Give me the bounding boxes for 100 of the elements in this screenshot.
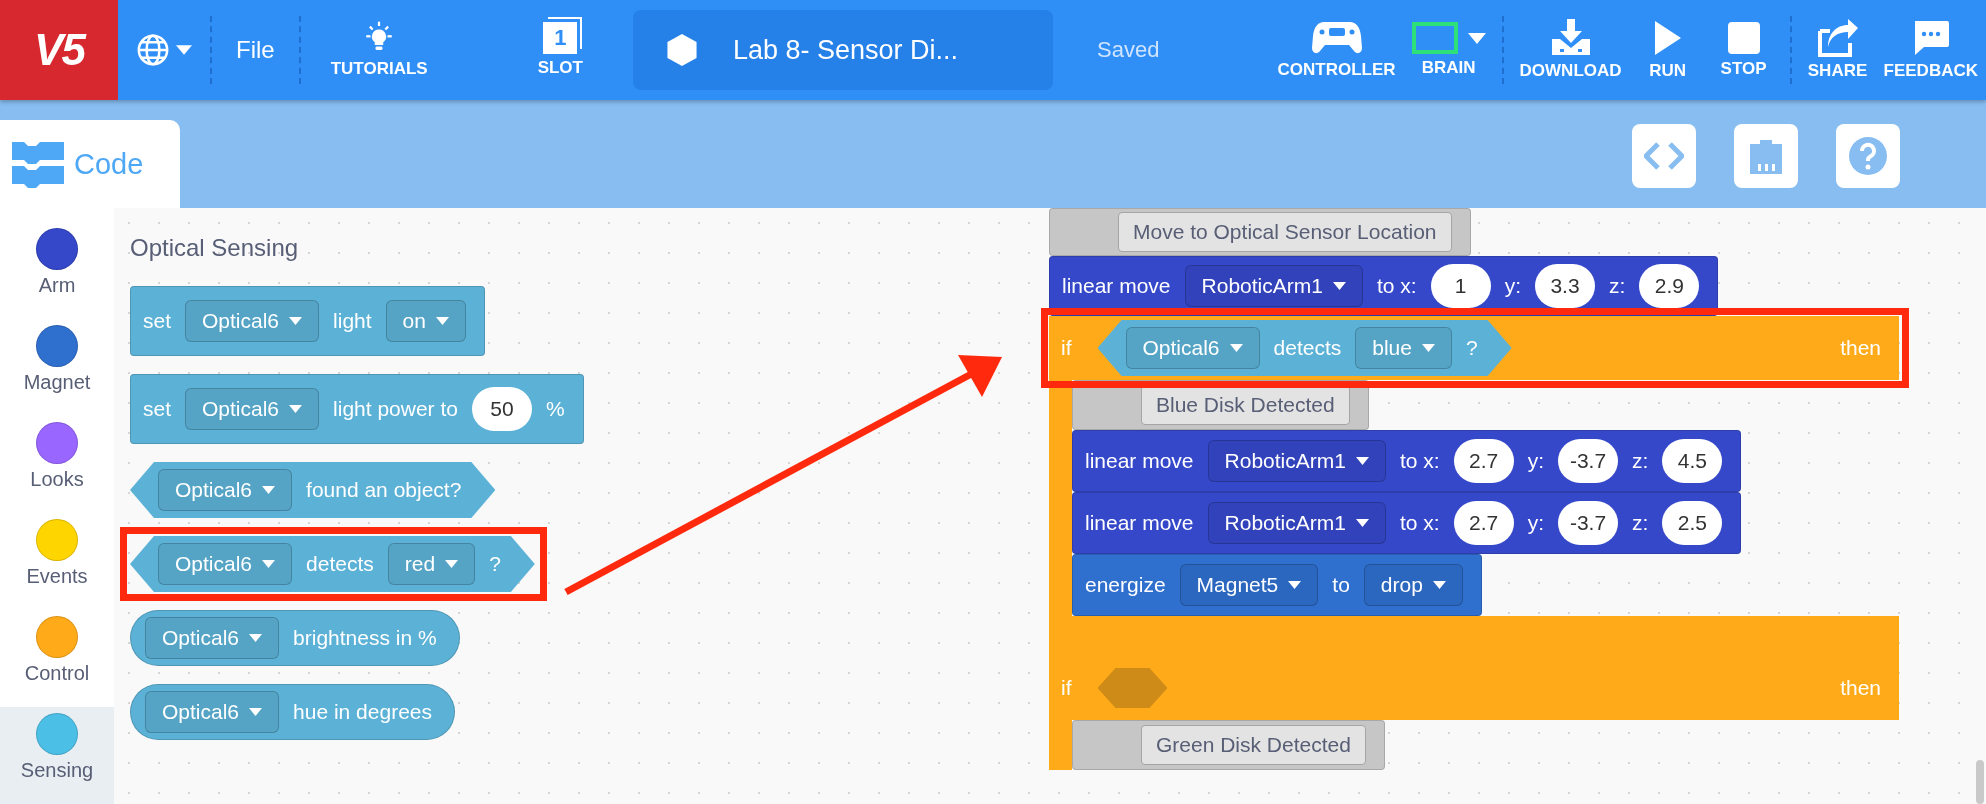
block-label: to xyxy=(1332,573,1350,597)
caret-icon xyxy=(289,317,303,325)
block-label: energize xyxy=(1085,573,1166,597)
caret-icon xyxy=(262,486,276,494)
comment-block[interactable]: Move to Optical Sensor Location xyxy=(1049,208,1471,256)
controller-button[interactable]: CONTROLLER xyxy=(1277,20,1396,80)
category-item[interactable]: Control xyxy=(0,610,114,707)
block-dropdown[interactable]: Optical6 xyxy=(1125,327,1260,369)
block-dropdown[interactable]: Optical6 xyxy=(145,691,280,733)
number-input[interactable]: 2.7 xyxy=(1453,439,1514,483)
caret-icon xyxy=(249,634,263,642)
caret-icon xyxy=(1432,581,1446,589)
caret-icon xyxy=(1355,519,1369,527)
block-label: y: xyxy=(1527,511,1544,535)
stop-button[interactable]: STOP xyxy=(1713,21,1774,79)
block-dropdown[interactable]: red xyxy=(387,543,476,585)
caret-icon xyxy=(445,560,459,568)
block-dropdown[interactable]: on xyxy=(385,300,466,342)
code-tab[interactable]: Code xyxy=(0,120,180,208)
category-item[interactable]: Sensing xyxy=(0,707,114,804)
brain-button[interactable]: BRAIN xyxy=(1411,22,1486,78)
hexagon-icon xyxy=(667,34,697,66)
number-input[interactable]: 1 xyxy=(1430,264,1491,308)
text-input[interactable]: Green Disk Detected xyxy=(1141,725,1366,765)
block-label: ? xyxy=(1465,336,1478,360)
block-label: to x: xyxy=(1399,449,1440,473)
block-dropdown[interactable]: Optical6 xyxy=(158,543,293,585)
number-input[interactable]: -3.7 xyxy=(1558,501,1618,545)
command-block[interactable]: set Optical6 light on xyxy=(130,286,485,356)
category-item[interactable]: Arm xyxy=(0,222,114,319)
block-label: set xyxy=(143,309,171,333)
block-dropdown[interactable]: Magnet5 xyxy=(1179,564,1319,606)
block-label: if xyxy=(1061,336,1072,360)
block-label: detects xyxy=(306,552,374,576)
boolean-block[interactable]: Optical6 found an object? xyxy=(130,462,496,518)
block-label: if xyxy=(1061,676,1072,700)
caret-icon xyxy=(1288,581,1302,589)
feedback-button[interactable]: FEEDBACK xyxy=(1883,19,1978,81)
block-dropdown[interactable]: Optical6 xyxy=(158,469,293,511)
block-dropdown[interactable]: drop xyxy=(1363,564,1463,606)
slot-button[interactable]: 1 SLOT xyxy=(537,22,583,78)
block-label: found an object? xyxy=(306,478,462,502)
stop-icon xyxy=(1726,21,1761,55)
category-item[interactable]: Looks xyxy=(0,416,114,513)
block-label: z: xyxy=(1632,511,1649,535)
if-block[interactable]: if then Green Disk Detected xyxy=(1049,656,1899,770)
code-view-button[interactable] xyxy=(1632,124,1696,188)
command-block[interactable]: energize Magnet5 to drop xyxy=(1072,554,1482,616)
command-block[interactable]: linear move RoboticArm1 to x: 2.7 y: -3.7 z: 2.5 xyxy=(1072,492,1742,554)
number-input[interactable]: -3.7 xyxy=(1558,439,1618,483)
reporter-block[interactable]: Optical6 brightness in % xyxy=(130,610,460,666)
category-item[interactable]: Events xyxy=(0,513,114,610)
number-input[interactable]: 4.5 xyxy=(1662,439,1723,483)
tutorials-button[interactable]: TUTORIALS xyxy=(300,21,458,79)
scrollbar[interactable] xyxy=(1976,760,1984,804)
save-status: Saved xyxy=(1097,37,1160,63)
block-dropdown[interactable]: Optical6 xyxy=(145,617,280,659)
block-label: ? xyxy=(489,552,501,576)
block-dropdown[interactable]: Optical6 xyxy=(185,300,320,342)
comment-block[interactable]: Green Disk Detected xyxy=(1072,720,1385,770)
condition-block[interactable]: Optical6 detects blue ? xyxy=(1097,320,1512,376)
boolean-block[interactable]: Optical6 detects red ? xyxy=(130,536,535,592)
caret-icon xyxy=(1421,344,1435,352)
palette-heading: Optical Sensing xyxy=(130,234,299,262)
category-item[interactable]: Magnet xyxy=(0,319,114,416)
caret-icon xyxy=(1332,282,1346,290)
run-button[interactable]: RUN xyxy=(1637,19,1698,81)
command-block[interactable]: linear move RoboticArm1 to x: 2.7 y: -3.7 z: 4.5 xyxy=(1072,430,1742,492)
text-input[interactable]: Blue Disk Detected xyxy=(1141,385,1350,425)
gamepad-icon xyxy=(1311,20,1362,56)
block-dropdown[interactable]: RoboticArm1 xyxy=(1184,265,1363,307)
reporter-block[interactable]: Optical6 hue in degrees xyxy=(130,684,455,740)
block-label: z: xyxy=(1609,274,1626,298)
command-block[interactable]: set Optical6 light power to 50 % xyxy=(130,374,584,444)
download-button[interactable]: DOWNLOAD xyxy=(1519,19,1622,81)
block-dropdown[interactable]: RoboticArm1 xyxy=(1207,502,1386,544)
app-logo[interactable]: V5 xyxy=(0,0,118,100)
number-input[interactable]: 2.7 xyxy=(1453,501,1514,545)
block-label: set xyxy=(143,397,171,421)
text-input[interactable]: Move to Optical Sensor Location xyxy=(1118,212,1452,252)
number-input[interactable]: 3.3 xyxy=(1535,264,1595,308)
code-brackets-icon xyxy=(1644,142,1684,170)
devices-button[interactable] xyxy=(1734,124,1798,188)
if-block[interactable]: if Optical6 detects blue ? then Blue Disk Detected linear move RoboticArm1 to x: 2.7 y: -3.7 z: 4.5 linear move RoboticArm1 to x: 2.7 y: -3.7 z: 2.5 energize Magnet5 to drop xyxy=(1049,316,1899,656)
project-title-field[interactable]: Lab 8- Sensor Di... xyxy=(633,10,1053,90)
number-input[interactable]: 2.9 xyxy=(1639,264,1700,308)
number-input[interactable]: 50 xyxy=(471,387,532,431)
if-block-arm xyxy=(1049,720,1072,770)
block-label: brightness in % xyxy=(293,626,437,650)
help-button[interactable] xyxy=(1836,124,1900,188)
if-block-header[interactable]: if Optical6 detects blue ? then xyxy=(1049,316,1899,380)
block-dropdown[interactable]: blue xyxy=(1355,327,1452,369)
caret-icon xyxy=(435,317,449,325)
block-dropdown[interactable]: Optical6 xyxy=(185,388,320,430)
share-button[interactable]: SHARE xyxy=(1807,19,1868,81)
number-input[interactable]: 2.5 xyxy=(1662,501,1723,545)
file-menu[interactable]: File xyxy=(212,36,299,64)
caret-icon xyxy=(289,405,303,413)
block-label: linear move xyxy=(1085,511,1194,535)
block-dropdown[interactable]: RoboticArm1 xyxy=(1207,440,1386,482)
